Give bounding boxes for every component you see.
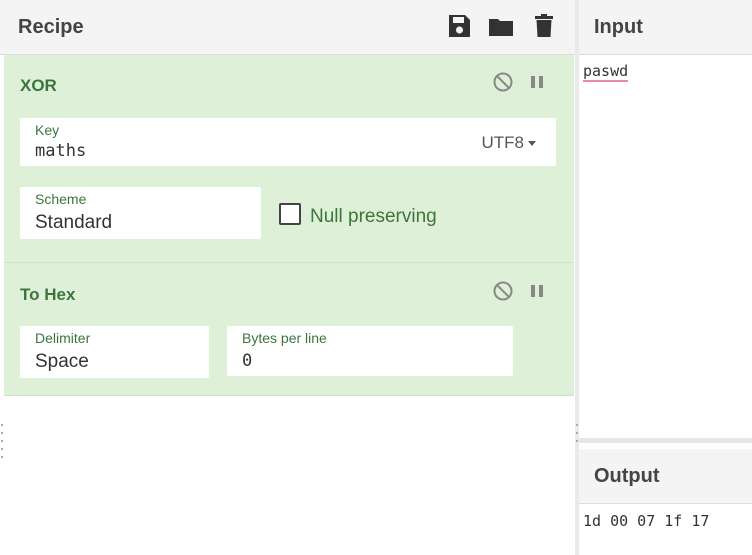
resize-grip[interactable] [1,440,3,442]
resize-grip[interactable] [576,424,578,426]
bytes-per-line-field[interactable]: Bytes per line 0 [227,326,513,376]
key-encoding-dropdown[interactable]: UTF8 [481,133,536,153]
scheme-value: Standard [35,212,113,233]
disable-icon[interactable] [492,71,514,93]
save-icon[interactable] [445,12,473,40]
operation-title: XOR [20,76,57,95]
key-value[interactable]: maths [35,141,86,161]
resize-grip[interactable] [1,456,3,458]
bytes-per-line-value[interactable]: 0 [242,351,252,371]
io-divider[interactable] [579,438,752,443]
recipe-title: Recipe [18,16,84,38]
resize-grip[interactable] [1,424,3,426]
folder-open-icon[interactable] [487,12,515,40]
resize-grip[interactable] [1,448,3,450]
input-header: Input [579,0,752,55]
operation-to-hex: To Hex Delimiter Space Bytes per line 0 [4,263,574,396]
operation-xor: XOR Key maths UTF8 Scheme Standard Null … [4,55,574,263]
scheme-select[interactable]: Scheme Standard [20,187,261,239]
operation-title: To Hex [20,285,76,304]
io-pane: Input paswd Output 1d 00 07 1f 17 [579,0,752,555]
trash-icon[interactable] [530,12,558,40]
delimiter-value: Space [35,351,89,372]
recipe-header: Recipe [0,0,575,55]
input-title: Input [594,16,643,38]
output-title: Output [594,465,660,487]
pause-icon[interactable] [526,71,548,93]
disable-icon[interactable] [492,280,514,302]
delimiter-select[interactable]: Delimiter Space [20,326,209,378]
key-encoding-label: UTF8 [481,133,525,152]
key-field[interactable]: Key maths UTF8 [20,118,556,166]
bytes-per-line-label: Bytes per line [242,330,327,346]
scheme-label: Scheme [35,191,87,207]
input-textarea[interactable]: paswd [583,62,629,82]
null-preserving-label[interactable]: Null preserving [310,206,437,228]
pause-icon[interactable] [526,280,548,302]
output-text[interactable]: 1d 00 07 1f 17 [583,512,709,530]
resize-grip[interactable] [576,432,578,434]
key-label: Key [35,122,60,138]
chevron-down-icon [528,141,536,147]
resize-grip[interactable] [576,440,578,442]
delimiter-label: Delimiter [35,330,91,346]
resize-grip[interactable] [1,432,3,434]
recipe-pane: Recipe XOR Key maths UTF8 Scheme Standar… [0,0,575,555]
output-header: Output [579,449,752,504]
null-preserving-checkbox[interactable] [279,203,301,225]
